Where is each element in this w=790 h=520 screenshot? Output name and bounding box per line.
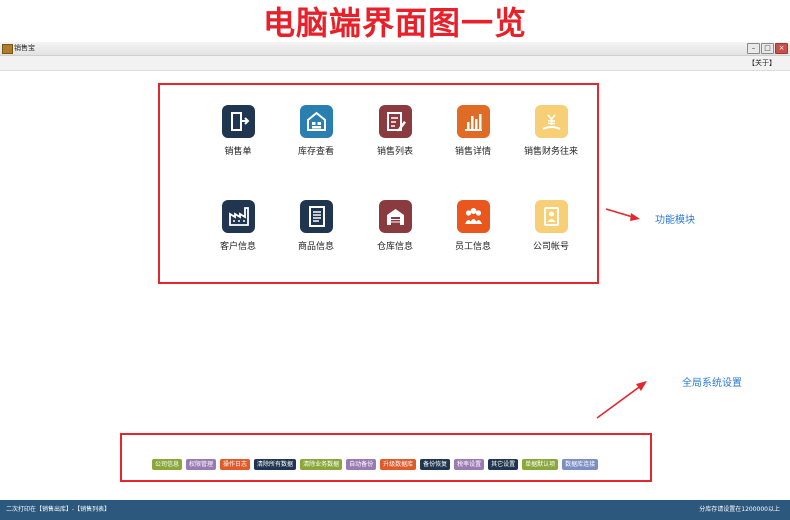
module-label: 商品信息 (297, 242, 334, 252)
operation-log-button[interactable]: 操作日志 (220, 459, 251, 470)
module-label: 销售单 (224, 147, 252, 157)
module-label: 员工信息 (454, 242, 491, 252)
annotation-modules: 功能模块 (655, 215, 695, 226)
list-edit-icon (378, 105, 412, 138)
backup-restore-button[interactable]: 备份恢复 (420, 459, 451, 470)
module-label: 仓库信息 (376, 242, 413, 252)
document-icon (299, 200, 333, 233)
module-employee-info[interactable]: 员工信息 (433, 200, 513, 253)
settings-frame (120, 433, 652, 482)
people-icon (456, 200, 490, 233)
clear-business-data-button[interactable]: 清除业务数据 (300, 459, 343, 470)
toolbar: 【关于】 (0, 56, 790, 71)
module-warehouse-info[interactable]: 仓库信息 (355, 200, 435, 253)
app-icon (2, 44, 13, 54)
module-label: 销售财务往来 (523, 147, 578, 157)
module-inventory[interactable]: 库存查看 (276, 105, 356, 158)
maximize-button[interactable]: □ (761, 43, 774, 54)
module-sales-list[interactable]: 销售列表 (355, 105, 435, 158)
status-bar: 二次打印在【销售出库】-【销售列表】 分库存请设置在1200000以上 (0, 500, 790, 520)
company-info-button[interactable]: 公司信息 (152, 459, 183, 470)
module-customer-info[interactable]: 客户信息 (198, 200, 278, 253)
module-label: 库存查看 (297, 147, 334, 157)
banner-title: 电脑端界面图一览 (262, 4, 527, 42)
module-product-info[interactable]: 商品信息 (276, 200, 356, 253)
window-title: 销售宝 (14, 44, 35, 52)
module-sales-order[interactable]: 销售单 (198, 105, 278, 158)
auto-backup-button[interactable]: 自动备份 (346, 459, 377, 470)
status-left-text: 二次打印在【销售出库】-【销售列表】 (6, 506, 111, 513)
exit-door-icon (221, 105, 255, 138)
tax-rate-button[interactable]: 税率设置 (454, 459, 485, 470)
close-button[interactable]: × (775, 43, 788, 54)
other-settings-button[interactable]: 其它设置 (488, 459, 519, 470)
settings-toolbar: 公司信息 权限管理 操作日志 清除所有数据 清除业务数据 自动备份 升级数据库 … (152, 459, 599, 470)
database-connection-button[interactable]: 数据库连接 (562, 459, 599, 470)
warehouse-icon (299, 105, 333, 138)
factory-icon (221, 200, 255, 233)
document-defaults-button[interactable]: 单据默认项 (522, 459, 559, 470)
upgrade-database-button[interactable]: 升级数据库 (380, 459, 417, 470)
module-company-account[interactable]: 公司帐号 (511, 200, 591, 253)
module-label: 销售详情 (454, 147, 491, 157)
storehouse-icon (378, 200, 412, 233)
module-label: 公司帐号 (532, 242, 569, 252)
money-icon (534, 105, 568, 138)
clear-all-data-button[interactable]: 清除所有数据 (254, 459, 297, 470)
window-titlebar: 销售宝 – □ × (0, 42, 790, 56)
id-card-icon (534, 200, 568, 233)
module-label: 销售列表 (376, 147, 413, 157)
module-sales-finance[interactable]: 销售财务往来 (511, 105, 591, 158)
about-link[interactable]: 【关于】 (748, 57, 776, 69)
annotation-settings: 全局系统设置 (682, 378, 742, 389)
bar-chart-icon (456, 105, 490, 138)
window-controls: – □ × (747, 43, 788, 54)
status-right-text: 分库存请设置在1200000以上 (699, 506, 780, 513)
permission-button[interactable]: 权限管理 (186, 459, 217, 470)
module-sales-detail[interactable]: 销售详情 (433, 105, 513, 158)
module-label: 客户信息 (219, 242, 256, 252)
minimize-button[interactable]: – (747, 43, 760, 54)
